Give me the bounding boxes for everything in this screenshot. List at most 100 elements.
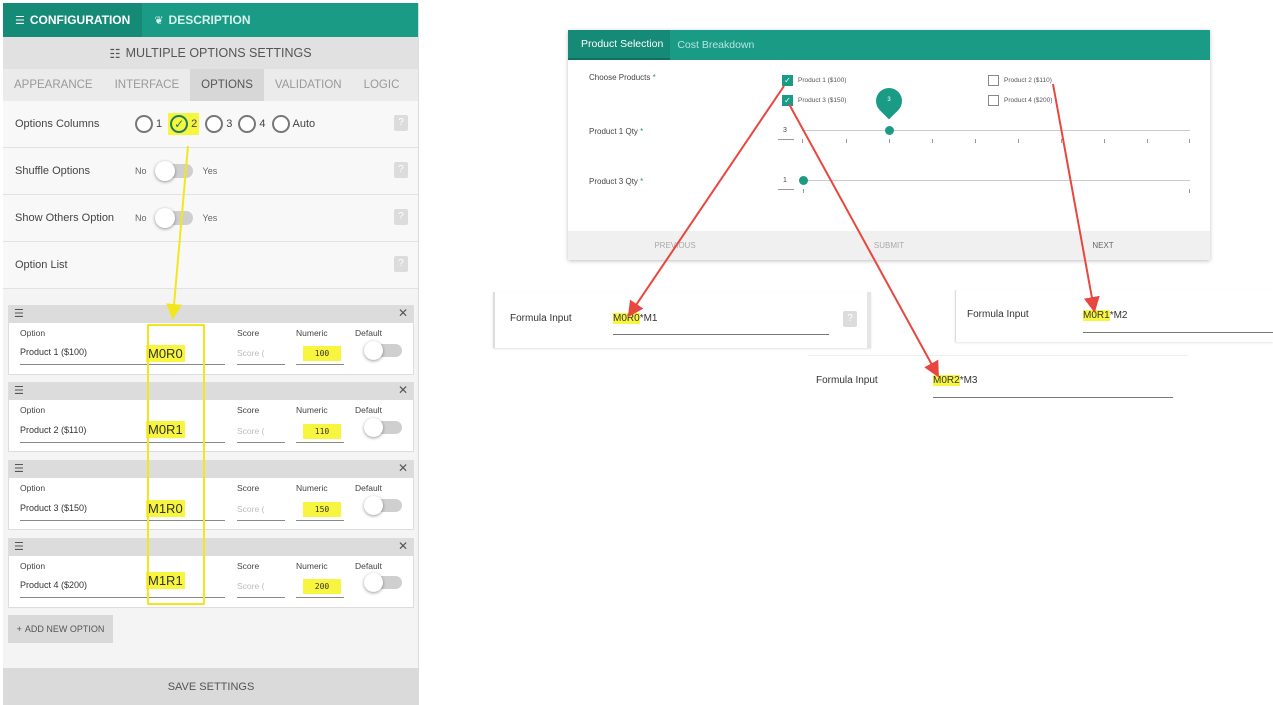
show-others-toggle[interactable] [154,208,193,228]
qty1-slider-thumb[interactable] [885,126,894,135]
qty3-slider-track[interactable] [802,180,1190,181]
add-new-option-button[interactable]: + ADD NEW OPTION [8,615,113,643]
product-2-checkbox[interactable] [988,75,999,86]
numeric-input[interactable]: 200 [303,579,341,594]
option-name-input[interactable]: Product 4 ($200) [20,580,87,590]
columns-radio-2[interactable]: ✓ 2 [168,113,200,135]
default-toggle[interactable] [364,418,402,437]
slider-tick [802,139,803,143]
tab-configuration[interactable]: ☰ CONFIGURATION [3,3,143,37]
drag-handle-icon[interactable]: ☰ [14,307,24,320]
drag-handle-icon[interactable]: ☰ [14,462,24,475]
close-icon[interactable]: ✕ [398,461,408,475]
columns-radio-3[interactable]: 3 [205,115,232,133]
option-name-input[interactable]: Product 2 ($110) [20,425,86,435]
tab-description[interactable]: ❦ DESCRIPTION [142,3,262,37]
save-settings-button[interactable]: SAVE SETTINGS [3,668,419,705]
score-input[interactable]: Score ( [237,426,264,436]
numeric-input[interactable]: 110 [303,424,341,439]
options-columns-label: Options Columns [15,118,100,130]
product-1-checkbox[interactable]: ✓ [782,75,793,86]
qty1-slider-track[interactable] [802,130,1190,131]
previous-button[interactable]: PREVIOUS [568,241,782,250]
default-toggle[interactable] [364,341,402,360]
option-name-input[interactable]: Product 1 ($100) [20,347,87,357]
shuffle-options-row: Shuffle Options No Yes ? [3,148,418,195]
columns-radio-auto[interactable]: Auto [271,115,316,133]
help-icon[interactable]: ? [394,115,408,131]
default-toggle[interactable] [364,496,402,515]
product-2-label: Product 2 ($110) [1004,77,1052,84]
submit-button[interactable]: SUBMIT [782,241,996,250]
shuffle-toggle[interactable] [154,161,193,181]
drag-handle-icon[interactable]: ☰ [14,384,24,397]
sliders-icon: ☷ [109,46,121,61]
tab-logic[interactable]: LOGIC [353,69,411,101]
slider-tick [803,189,804,193]
sub-tab-bar: APPEARANCE INTERFACE OPTIONS VALIDATION … [3,69,418,101]
panel-title: MULTIPLE OPTIONS SETTINGS [125,46,312,60]
choose-products-text: Choose Products [589,73,651,82]
default-field-label: Default [355,405,382,415]
tab-product-selection[interactable]: Product Selection [568,30,671,60]
show-others-label: Show Others Option [15,212,115,224]
input-underline [296,442,344,443]
option-card-bar: ☰ ✕ [9,539,413,556]
product-4-checkbox[interactable] [988,95,999,106]
tab-configuration-label: CONFIGURATION [29,13,131,27]
radio-circle [271,115,290,133]
tab-validation[interactable]: VALIDATION [264,69,353,101]
settings-panel: ☰ CONFIGURATION ❦ DESCRIPTION ☷ MULTIPLE… [3,3,419,705]
option-field-label: Option [20,328,46,338]
menu-icon: ☰ [15,14,25,27]
close-icon[interactable]: ✕ [398,306,408,320]
formula-rest: *M1 [639,313,658,324]
columns-radio-1[interactable]: 1 [135,115,162,133]
option-list-row: Option List ? [3,242,418,289]
score-input[interactable]: Score ( [237,504,264,514]
product-4-label: Product 4 ($200) [1004,97,1053,104]
tab-cost-breakdown[interactable]: Cost Breakdown [670,30,761,60]
input-underline [296,520,344,521]
numeric-input[interactable]: 100 [303,346,341,361]
next-button[interactable]: NEXT [996,241,1210,250]
slider-tick [1018,139,1019,143]
columns-radio-4[interactable]: 4 [238,115,266,133]
input-underline [613,334,829,335]
formula-input-field[interactable]: M0R1*M2 [1083,310,1127,321]
score-input[interactable]: Score ( [237,581,264,591]
score-field-label: Score [237,328,260,338]
preview-tab-bar: Product Selection Cost Breakdown [568,30,1210,60]
default-field-label: Default [355,561,382,571]
toggle-on-label: Yes [202,166,218,176]
help-icon[interactable]: ? [394,256,408,272]
qty3-label: Product 3 Qty * [589,177,643,186]
radio-label: 2 [191,118,198,130]
help-icon[interactable]: ? [394,162,408,178]
formula-input-field[interactable]: M0R2*M3 [933,375,977,386]
qty3-slider-thumb[interactable] [799,176,808,185]
formula-code-highlight: M0R2 [933,375,960,386]
option-field-label: Option [20,405,46,415]
radio-label: Auto [292,118,316,130]
radio-label: 4 [259,118,266,130]
tab-options[interactable]: OPTIONS [190,69,264,101]
close-icon[interactable]: ✕ [398,383,408,397]
default-toggle[interactable] [364,573,402,592]
tab-interface[interactable]: INTERFACE [104,69,191,101]
score-input[interactable]: Score ( [237,348,264,358]
close-icon[interactable]: ✕ [398,539,408,553]
qty1-value[interactable]: 3 [783,127,787,134]
numeric-input[interactable]: 150 [303,502,341,517]
numeric-field-label: Numeric [296,328,328,338]
qty3-value[interactable]: 1 [783,177,787,184]
tab-appearance[interactable]: APPEARANCE [3,69,104,101]
plus-icon: + [16,624,22,634]
formula-input-field[interactable]: M0R0*M1 [613,313,657,324]
drag-handle-icon[interactable]: ☰ [14,540,24,553]
formula-input-box-3: Formula Input M0R2*M3 [808,355,1188,405]
help-icon[interactable]: ? [394,209,408,225]
help-icon[interactable]: ? [843,311,857,327]
option-name-input[interactable]: Product 3 ($150) [20,503,87,513]
product-3-checkbox[interactable]: ✓ [782,95,793,106]
